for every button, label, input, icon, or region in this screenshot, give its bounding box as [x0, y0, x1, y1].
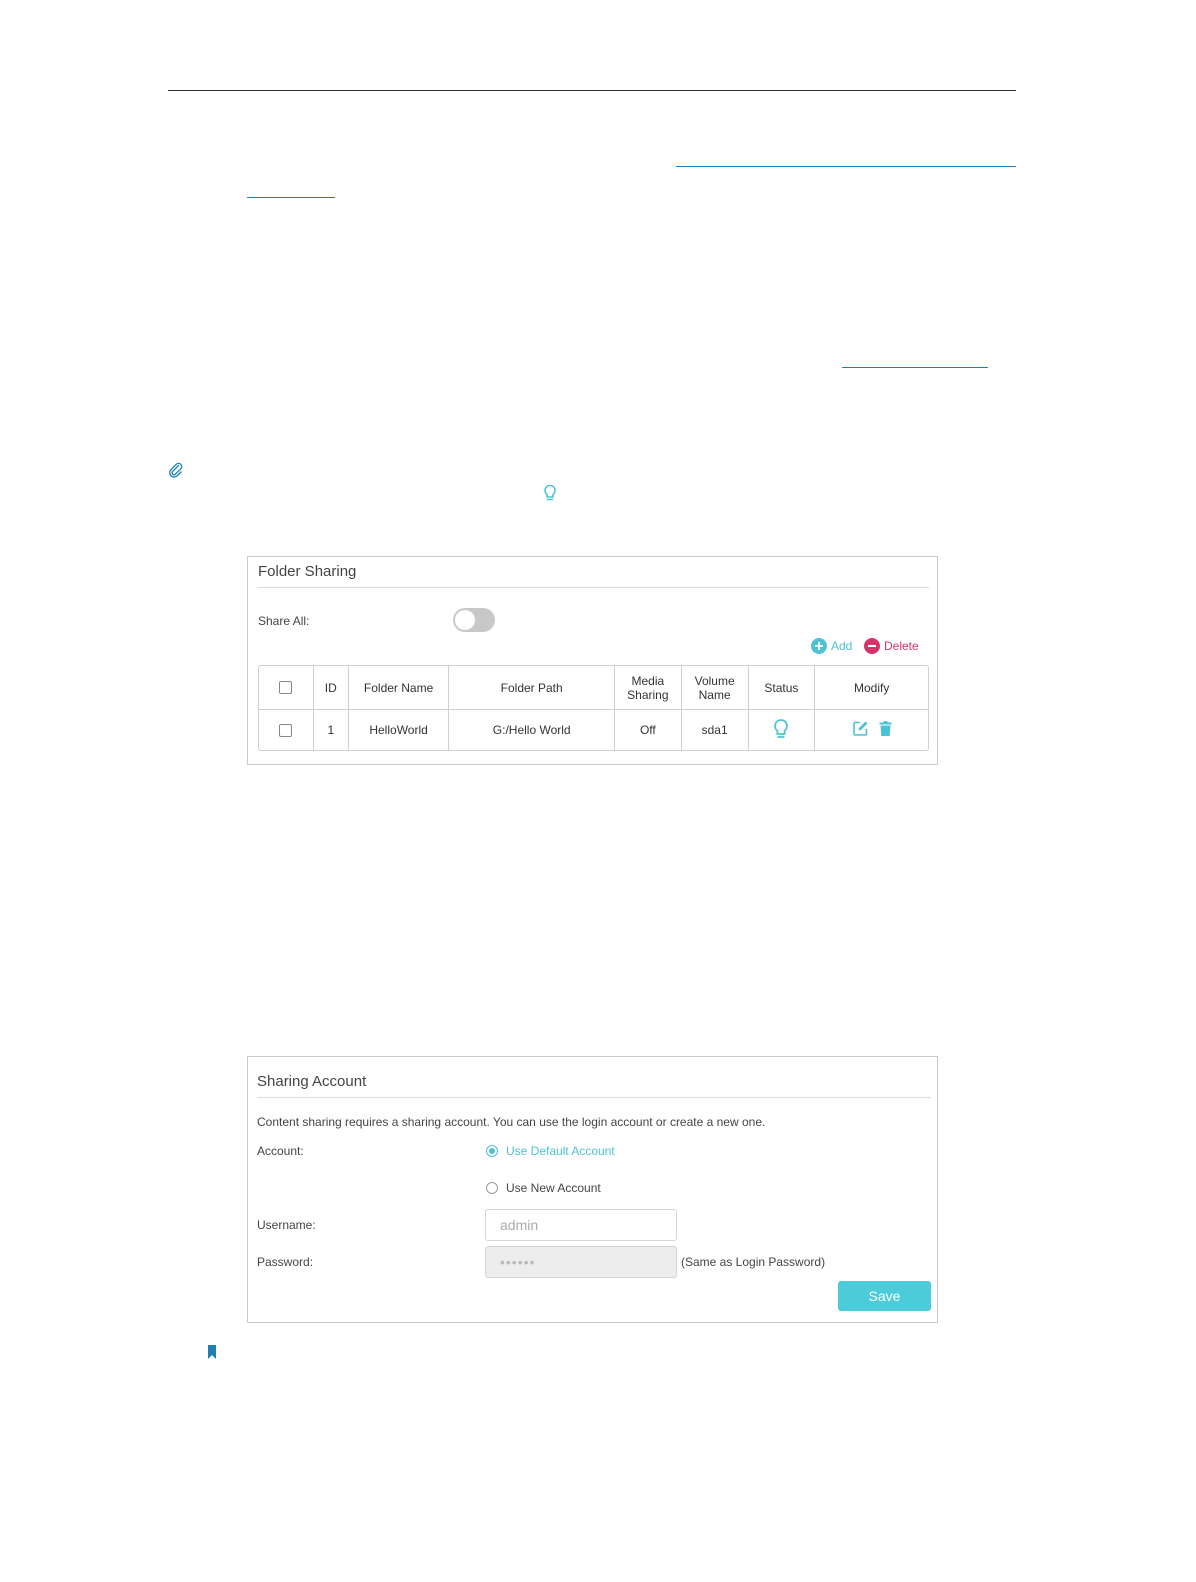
delete-label: Delete [884, 639, 919, 653]
use-default-account-radio[interactable] [486, 1145, 498, 1157]
column-header-line: Sharing [627, 687, 669, 702]
cell-id: 1 [314, 709, 349, 750]
use-new-account-radio[interactable] [486, 1182, 498, 1194]
username-label: Username: [257, 1218, 316, 1232]
username-field[interactable]: admin [485, 1209, 677, 1241]
sharing-account-description: Content sharing requires a sharing accou… [257, 1115, 766, 1129]
cell-status [749, 709, 816, 750]
panel-title: Sharing Account [257, 1073, 367, 1090]
panel-divider [258, 587, 929, 588]
account-label: Account: [257, 1144, 304, 1158]
column-header-line: Volume [694, 673, 735, 688]
document-link-underline[interactable] [247, 197, 335, 198]
column-header-line: Media [631, 673, 665, 688]
sharing-account-panel: Sharing Account Content sharing requires… [247, 1056, 938, 1323]
lightbulb-icon[interactable] [773, 718, 789, 743]
panel-title: Folder Sharing [258, 563, 357, 580]
use-new-account-label[interactable]: Use New Account [506, 1181, 601, 1195]
plus-circle-icon [811, 638, 827, 654]
toggle-knob [455, 610, 475, 630]
row-select-cell [259, 709, 314, 750]
paperclip-icon [168, 462, 184, 478]
panel-divider [257, 1097, 931, 1098]
password-hint: (Same as Login Password) [681, 1255, 826, 1269]
folder-table: ID Folder Name Folder Path Media Sharing… [258, 665, 929, 751]
column-header: Status [749, 666, 816, 709]
header-rule [168, 90, 1016, 91]
add-label: Add [831, 639, 853, 653]
column-header-media-sharing: Media Sharing [615, 666, 682, 709]
lightbulb-icon [543, 484, 557, 502]
column-header: Folder Path [449, 666, 615, 709]
column-header-line: Name [698, 687, 731, 702]
password-field[interactable]: •••••• [485, 1246, 677, 1278]
folder-sharing-panel: Folder Sharing Share All: Add Delete ID … [247, 556, 938, 765]
document-link-underline[interactable] [842, 367, 988, 368]
use-default-account-label[interactable]: Use Default Account [506, 1144, 615, 1158]
save-button[interactable]: Save [838, 1281, 931, 1311]
share-all-toggle[interactable] [453, 608, 495, 632]
document-link-underline[interactable] [676, 166, 1016, 167]
table-header: ID Folder Name Folder Path Media Sharing… [259, 666, 928, 710]
table-row: 1 HelloWorld G:/Hello World Off sda1 [259, 709, 928, 750]
cell-folder-name: HelloWorld [349, 709, 450, 750]
trash-icon[interactable] [879, 720, 892, 740]
add-button[interactable]: Add [811, 638, 852, 654]
password-label: Password: [257, 1255, 314, 1269]
bookmark-icon [207, 1344, 217, 1360]
share-all-label: Share All: [258, 614, 310, 628]
cell-volume-name: sda1 [682, 709, 749, 750]
cell-modify [815, 709, 928, 750]
delete-button[interactable]: Delete [864, 638, 919, 654]
column-header: Folder Name [349, 666, 450, 709]
column-header: ID [314, 666, 349, 709]
column-header: Modify [853, 680, 890, 695]
minus-circle-icon [864, 638, 880, 654]
column-header-volume-name: Volume Name [682, 666, 749, 709]
cell-media-sharing: Off [615, 709, 682, 750]
row-checkbox[interactable] [279, 723, 293, 737]
edit-icon[interactable] [852, 720, 869, 740]
select-all-checkbox[interactable] [279, 681, 293, 694]
cell-folder-path: G:/Hello World [449, 709, 615, 750]
header-select-all [259, 666, 314, 709]
